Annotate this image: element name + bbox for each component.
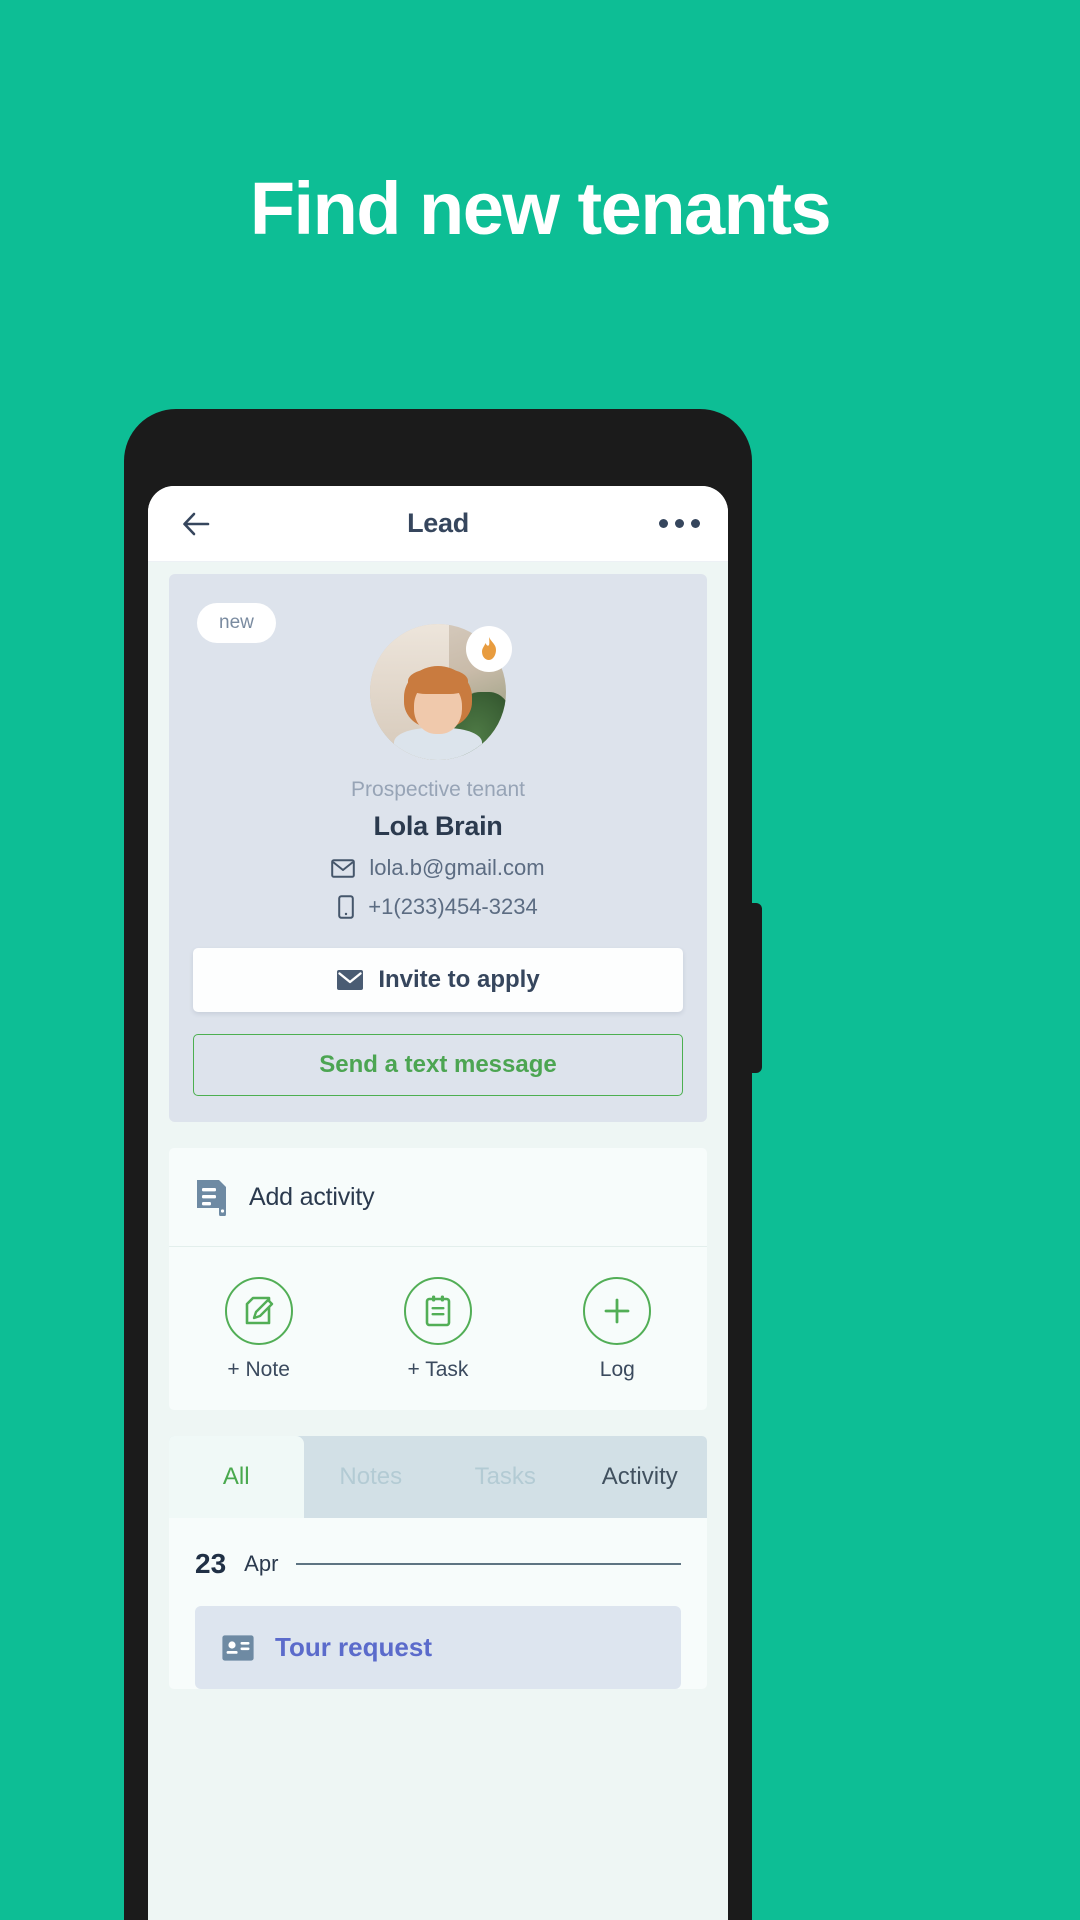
timeline-list: 23 Apr Tour request xyxy=(169,1518,707,1689)
clipboard-icon xyxy=(403,1277,472,1345)
add-task-button[interactable]: + Task xyxy=(348,1277,527,1382)
timeline-event-title: Tour request xyxy=(275,1632,432,1662)
add-note-button[interactable]: + Note xyxy=(169,1277,348,1382)
avatar-fringe xyxy=(408,668,468,694)
add-log-button[interactable]: Log xyxy=(528,1277,707,1382)
overflow-menu-button[interactable] xyxy=(659,519,700,528)
tab-activity-label: Activity xyxy=(601,1463,678,1490)
invite-to-apply-button[interactable]: Invite to apply xyxy=(193,948,683,1012)
invite-to-apply-label: Invite to apply xyxy=(378,966,540,993)
tab-all-label: All xyxy=(222,1463,250,1490)
activity-card: Add activity + Note + Task Log xyxy=(169,1148,707,1410)
lead-phone-row[interactable]: +1(233)454-3234 xyxy=(169,894,707,920)
arrow-left-icon xyxy=(183,512,210,535)
add-activity-label: Add activity xyxy=(249,1182,375,1211)
timeline-card: All Notes Tasks Activity 23 Apr Tour req… xyxy=(169,1436,707,1689)
phone-screen: Lead new Prospective tenant Lola Brain l… xyxy=(148,486,728,1920)
tab-tasks-label: Tasks xyxy=(474,1463,536,1490)
tab-tasks[interactable]: Tasks xyxy=(438,1436,573,1518)
plus-icon xyxy=(583,1277,652,1345)
tab-activity[interactable]: Activity xyxy=(573,1436,708,1518)
mobile-icon xyxy=(338,895,355,919)
phone-side-button xyxy=(752,903,762,1073)
add-log-label: Log xyxy=(599,1358,635,1381)
lead-role: Prospective tenant xyxy=(351,778,525,801)
screen-scroll-body: new Prospective tenant Lola Brain lola.b… xyxy=(148,574,728,1689)
status-badge: new xyxy=(197,603,276,643)
lead-phone-value: +1(233)454-3234 xyxy=(368,894,538,919)
timeline-event-row[interactable]: Tour request xyxy=(195,1606,681,1689)
timeline-date-rule xyxy=(296,1563,681,1565)
timeline-date-month: Apr xyxy=(244,1551,279,1576)
more-horizontal-icon xyxy=(659,519,668,528)
hot-lead-badge xyxy=(466,626,512,672)
back-button[interactable] xyxy=(176,504,216,544)
lead-email-value: lola.b@gmail.com xyxy=(369,855,545,880)
note-edit-icon xyxy=(224,1277,293,1345)
contact-card-icon xyxy=(222,1634,254,1661)
timeline-date-day: 23 xyxy=(195,1548,227,1579)
add-task-label: + Task xyxy=(407,1358,469,1381)
document-icon xyxy=(197,1180,226,1216)
flame-icon xyxy=(482,637,496,660)
header-title: Lead xyxy=(407,508,469,538)
tab-all[interactable]: All xyxy=(169,1436,304,1518)
tab-notes-label: Notes xyxy=(339,1463,403,1490)
add-activity-button[interactable]: Add activity xyxy=(169,1148,707,1247)
envelope-icon xyxy=(331,858,356,878)
lead-profile-card: new Prospective tenant Lola Brain lola.b… xyxy=(169,574,707,1122)
more-horizontal-icon xyxy=(675,519,684,528)
lead-email-row[interactable]: lola.b@gmail.com xyxy=(169,855,707,881)
app-header: Lead xyxy=(148,486,728,562)
tab-notes[interactable]: Notes xyxy=(304,1436,439,1518)
timeline-tabs: All Notes Tasks Activity xyxy=(169,1436,707,1518)
avatar-wrapper xyxy=(370,624,512,760)
send-text-message-label: Send a text message xyxy=(319,1051,557,1078)
page-title: Find new tenants xyxy=(249,167,832,250)
more-horizontal-icon xyxy=(691,519,700,528)
send-text-message-button[interactable]: Send a text message xyxy=(193,1034,683,1096)
timeline-date-divider: 23 Apr xyxy=(195,1548,681,1580)
quick-actions-row: + Note + Task Log xyxy=(169,1247,707,1410)
lead-name: Lola Brain xyxy=(373,811,503,841)
envelope-filled-icon xyxy=(337,970,364,990)
add-note-label: + Note xyxy=(227,1358,290,1381)
